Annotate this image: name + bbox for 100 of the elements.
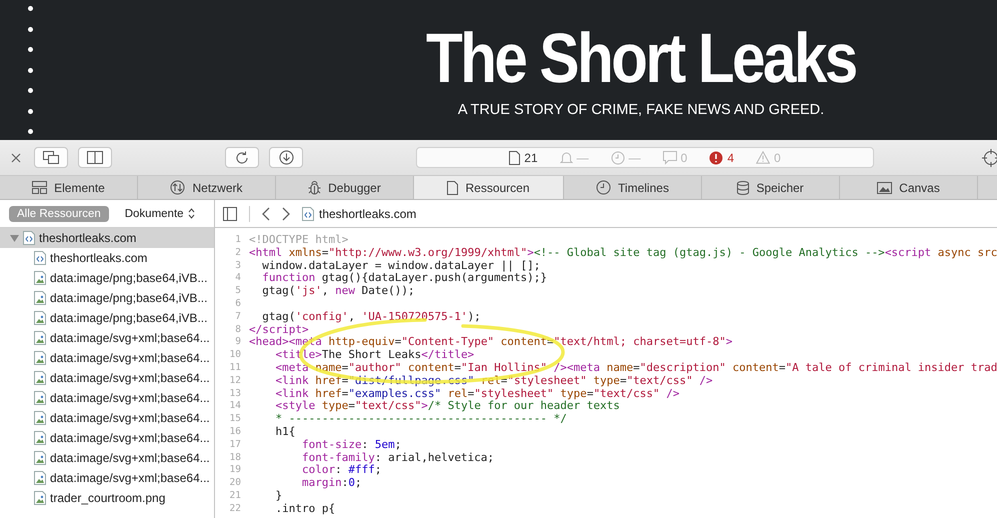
html-file-icon	[23, 231, 35, 245]
resource-item[interactable]: data:image/svg+xml;base64...	[0, 408, 214, 428]
line-number: 11	[228, 362, 242, 375]
image-file-icon	[34, 491, 46, 505]
error-icon	[709, 150, 724, 164]
sidebar-toggle-icon[interactable]	[223, 206, 237, 220]
code-line: h1{	[274, 426, 296, 439]
bullet-icon	[28, 129, 32, 134]
code-line: gtag('config', 'UA-150720575-1');	[261, 310, 481, 324]
line-number: 21	[228, 490, 242, 503]
site-title: The Short Leaks	[426, 18, 856, 98]
image-file-icon	[34, 431, 46, 445]
layout-icon	[32, 181, 48, 194]
code-line: <html xmlns="http://www.w3.org/1999/xhtml"><!-- Global site tag (gtag.js) - Google Analytics --><script async src	[249, 246, 997, 260]
image-file-icon	[34, 371, 46, 385]
bell-icon	[560, 150, 573, 164]
line-number: 10	[228, 349, 242, 362]
html-file-icon	[302, 206, 314, 220]
line-number: 17	[228, 438, 242, 452]
code-line: * --------------------------------------- */	[274, 413, 567, 426]
html-file-icon	[34, 251, 46, 265]
resource-item[interactable]: data:image/svg+xml;base64...	[0, 448, 214, 468]
resource-item[interactable]: data:image/png;base64,iVB...	[0, 268, 214, 288]
line-number: 9	[234, 336, 242, 350]
document-count[interactable]: 21	[509, 150, 538, 164]
error-count[interactable]: 4	[709, 150, 734, 164]
resource-item[interactable]: data:image/svg+xml;base64...	[0, 428, 214, 448]
resource-item[interactable]: data:image/svg+xml;base64...	[0, 468, 214, 488]
code-line: </script>	[249, 324, 309, 336]
code-line: }	[274, 490, 282, 503]
resource-item[interactable]: data:image/png;base64,iVB...	[0, 308, 214, 328]
speech-bubble-icon	[662, 150, 677, 164]
image-file-icon	[34, 451, 46, 465]
inspector-tab[interactable]: Timelines	[564, 176, 702, 199]
type-popup[interactable]: Dokumente	[116, 206, 203, 222]
crosshair-icon[interactable]	[981, 148, 997, 168]
line-number: 22	[228, 502, 242, 516]
resource-item[interactable]: data:image/png;base64,iVB...	[0, 288, 214, 308]
line-number: 4	[234, 272, 242, 286]
line-number: 1	[234, 234, 242, 247]
bullet-icon	[28, 6, 32, 11]
code-line: gtag('js', new Date());	[261, 285, 415, 298]
line-number: 14	[228, 400, 242, 414]
download-icon	[278, 150, 294, 165]
line-number: 3	[234, 260, 242, 272]
line-number: 5	[234, 285, 242, 298]
bullet-icon	[28, 47, 32, 52]
line-number: 8	[234, 324, 242, 336]
bug-icon	[308, 180, 322, 195]
code-line: font-family: arial,helvetica;	[300, 452, 494, 464]
document-icon	[509, 150, 520, 164]
image-file-icon	[34, 331, 46, 345]
database-icon	[737, 180, 750, 194]
resource-item[interactable]: data:image/svg+xml;base64...	[0, 368, 214, 388]
overlapping-windows-icon	[43, 151, 59, 164]
split-panel-icon	[87, 151, 103, 164]
inspector-tab[interactable]: Speicher	[702, 176, 840, 199]
bullet-icon	[28, 88, 32, 93]
bullet-icon	[28, 108, 32, 114]
site-tagline: A TRUE STORY OF CRIME, FAKE NEWS AND GREED.	[458, 102, 824, 118]
line-number: 6	[234, 298, 242, 311]
line-number: 20	[228, 477, 242, 490]
code-line: font-size: 5em;	[300, 438, 402, 452]
reload-icon	[235, 150, 249, 164]
code-line: <link href="examples.css" rel="stylesheet" type="text/css" />	[274, 388, 680, 400]
reload-button[interactable]	[225, 147, 259, 168]
code-line: function gtag(){dataLayer.push(arguments);}	[261, 272, 548, 286]
resource-item[interactable]: data:image/svg+xml;base64...	[0, 348, 214, 368]
document-icon	[447, 180, 458, 194]
line-number: 16	[228, 426, 242, 439]
resource-item[interactable]: data:image/svg+xml;base64...	[0, 388, 214, 408]
download-button[interactable]	[269, 147, 303, 168]
code-line: color: #fff;	[300, 464, 382, 478]
code-line: <style type="text/css">/* Style for our header texts	[274, 400, 620, 414]
back-icon[interactable]	[262, 206, 270, 220]
detach-window-button[interactable]	[34, 147, 68, 168]
image-file-icon	[34, 391, 46, 405]
clock-icon	[610, 150, 625, 164]
inspector-tab[interactable]: Canvas	[840, 176, 978, 199]
image-file-icon	[34, 291, 46, 305]
resource-item[interactable]: trader_courtroom.png	[0, 488, 214, 508]
forward-icon[interactable]	[282, 206, 290, 220]
inspector-tab[interactable]: Elemente	[0, 176, 138, 199]
code-line: .intro p{	[274, 502, 336, 516]
line-number: 18	[228, 452, 242, 464]
resource-item[interactable]: data:image/svg+xml;base64...	[0, 328, 214, 348]
inspector-tab[interactable]: Ressourcen	[414, 176, 564, 199]
file-path-link[interactable]: theshortleaks.com	[319, 206, 416, 220]
resource-item[interactable]: theshortleaks.com	[0, 228, 214, 248]
split-view-button[interactable]	[78, 147, 112, 168]
image-file-icon	[34, 411, 46, 425]
line-number: 19	[228, 464, 242, 478]
resource-item[interactable]: theshortleaks.com	[0, 248, 214, 268]
bullet-icon	[28, 68, 32, 72]
line-number: 12	[228, 374, 242, 388]
line-number: 7	[234, 310, 242, 324]
warning-icon	[756, 151, 770, 164]
image-file-icon	[34, 471, 46, 485]
image-file-icon	[34, 271, 46, 285]
inspector-tab[interactable]: Netzwerk	[138, 176, 276, 199]
